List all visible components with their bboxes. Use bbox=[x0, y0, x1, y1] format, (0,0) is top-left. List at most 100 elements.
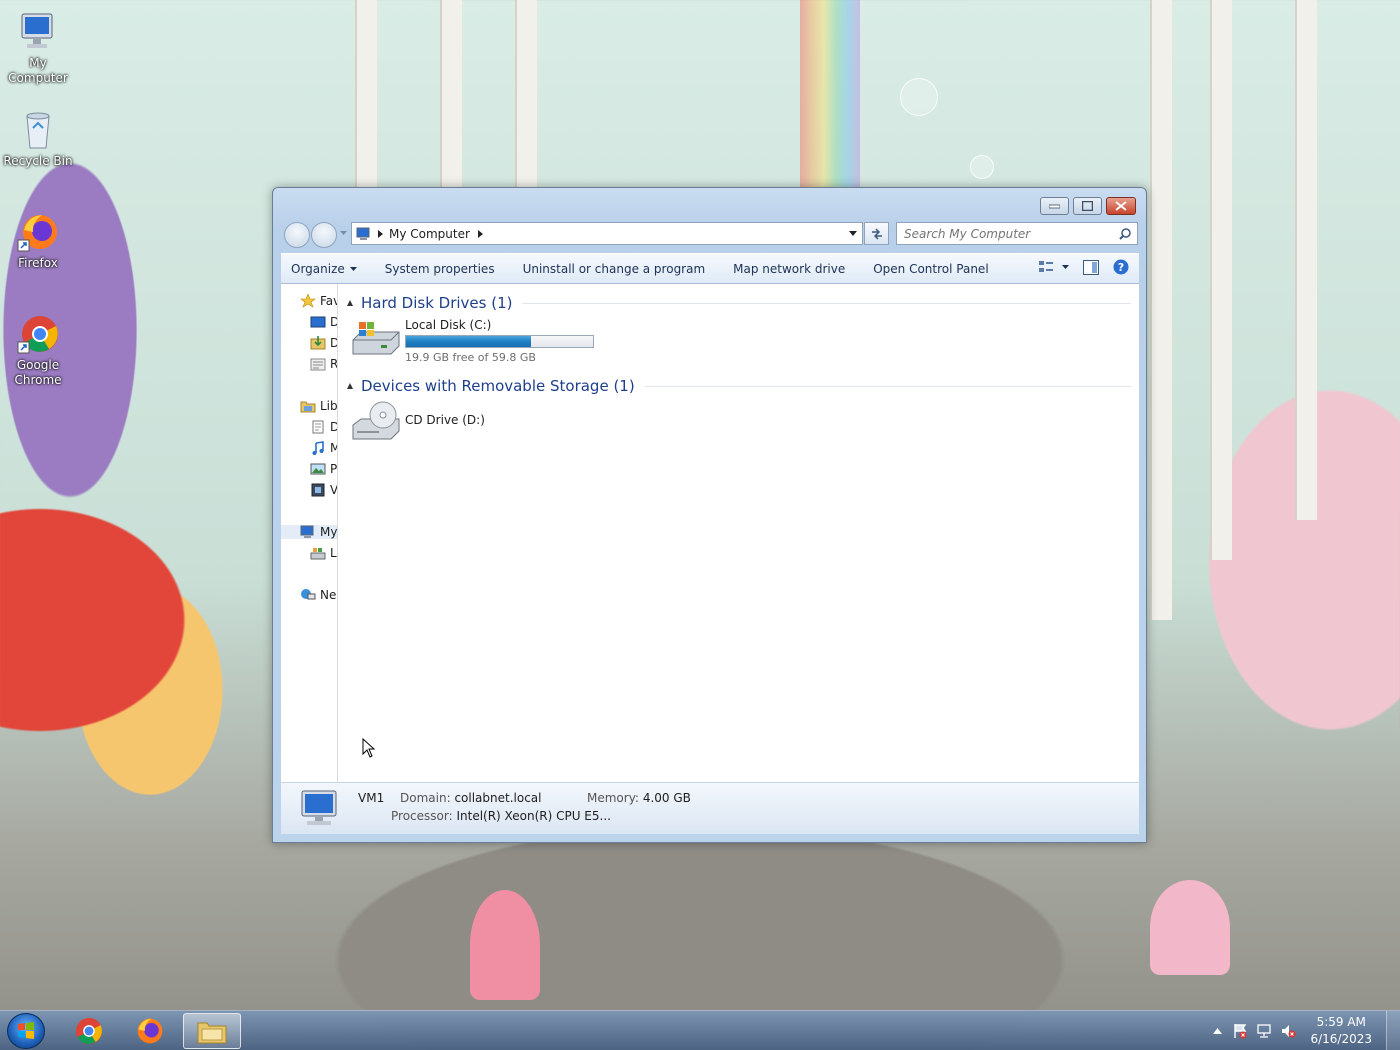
chevron-down-icon bbox=[349, 266, 357, 271]
nav-label: My bbox=[320, 525, 338, 539]
search-input[interactable] bbox=[904, 226, 1114, 241]
folder-icon bbox=[197, 1022, 227, 1044]
open-control-panel-button[interactable]: Open Control Panel bbox=[859, 262, 1002, 276]
action-center-flag-icon[interactable] bbox=[1232, 1023, 1248, 1039]
system-properties-button[interactable]: System properties bbox=[371, 262, 509, 276]
firefox-icon bbox=[17, 215, 57, 252]
nav-favorites[interactable]: Fav bbox=[300, 294, 337, 308]
memory-row: Memory: 4.00 GB bbox=[587, 791, 691, 805]
close-button[interactable] bbox=[1106, 197, 1136, 215]
clock-time: 5:59 AM bbox=[1316, 1015, 1366, 1029]
memory-value: 4.00 GB bbox=[642, 791, 691, 805]
nav-favorites-item[interactable]: D bbox=[310, 336, 337, 350]
change-view-button[interactable] bbox=[1038, 260, 1069, 274]
desktop-icon-recycle-bin[interactable]: Recycle Bin bbox=[0, 108, 76, 169]
group-header-hard-disks[interactable]: Hard Disk Drives (1) bbox=[347, 294, 1131, 312]
view-tiles-icon bbox=[1039, 261, 1053, 272]
breadcrumb-arrow-icon[interactable] bbox=[378, 229, 383, 238]
organize-label: Organize bbox=[291, 261, 345, 276]
address-bar[interactable]: My Computer bbox=[351, 222, 863, 245]
collapse-triangle-icon[interactable] bbox=[347, 300, 353, 306]
clock-date: 6/16/2023 bbox=[1310, 1032, 1372, 1046]
mouse-cursor-icon bbox=[362, 738, 376, 758]
search-icon[interactable] bbox=[1119, 228, 1131, 240]
computer-icon bbox=[300, 525, 314, 538]
drive-local-disk-c[interactable]: Local Disk (C:) 19.9 GB free of 59.8 GB bbox=[351, 318, 594, 364]
wallpaper-tree bbox=[1150, 0, 1172, 620]
taskbar-firefox[interactable] bbox=[121, 1013, 179, 1049]
back-button[interactable] bbox=[284, 222, 310, 248]
maximize-button[interactable] bbox=[1073, 197, 1102, 215]
desktop-icon-label: Google Chrome bbox=[14, 358, 62, 387]
help-icon[interactable]: ? bbox=[1113, 259, 1129, 275]
desktop-icon-google-chrome[interactable]: Google Chrome bbox=[0, 312, 76, 388]
details-pane: VM1 Domain: collabnet.local Memory: 4.00… bbox=[281, 782, 1139, 834]
collapse-triangle-icon[interactable] bbox=[347, 383, 353, 389]
refresh-button[interactable] bbox=[864, 222, 889, 245]
organize-button[interactable]: Organize bbox=[281, 262, 371, 276]
network-status-icon[interactable] bbox=[1256, 1023, 1272, 1039]
chrome-icon bbox=[75, 1017, 103, 1045]
volume-muted-icon[interactable] bbox=[1280, 1023, 1296, 1039]
nav-favorites-item[interactable]: D bbox=[310, 315, 337, 329]
drive-free-space: 19.9 GB free of 59.8 GB bbox=[405, 351, 536, 364]
recent-places-icon bbox=[310, 358, 326, 371]
wallpaper-cupcake bbox=[1150, 880, 1230, 975]
group-divider bbox=[644, 385, 1131, 387]
nav-label: D bbox=[330, 315, 337, 329]
group-header-removable[interactable]: Devices with Removable Storage (1) bbox=[347, 377, 1131, 395]
nav-favorites-item[interactable]: R bbox=[310, 357, 337, 371]
drive-info: Local Disk (C:) 19.9 GB free of 59.8 GB bbox=[405, 318, 594, 364]
wallpaper-bubble bbox=[970, 155, 994, 179]
recycle-bin-icon bbox=[26, 112, 50, 149]
cd-drive-icon bbox=[352, 401, 400, 440]
nav-label: P bbox=[330, 462, 338, 476]
group-divider bbox=[522, 302, 1131, 304]
nav-library-item[interactable]: P bbox=[310, 462, 337, 476]
drive-name: Local Disk (C:) bbox=[405, 318, 492, 332]
wallpaper-tree bbox=[1210, 0, 1232, 560]
drive-cd-d[interactable]: CD Drive (D:) bbox=[351, 401, 485, 441]
maximize-icon bbox=[1082, 201, 1093, 211]
breadcrumb-arrow-icon[interactable] bbox=[477, 229, 483, 238]
command-bar: Organize System properties Uninstall or … bbox=[281, 253, 1139, 284]
nav-label: Lib bbox=[320, 399, 338, 413]
nav-library-item[interactable]: D bbox=[310, 420, 337, 434]
nav-computer-item[interactable]: L bbox=[310, 546, 337, 560]
nav-label: Ne bbox=[320, 588, 337, 602]
map-network-drive-button[interactable]: Map network drive bbox=[719, 262, 859, 276]
show-desktop-button[interactable] bbox=[1386, 1011, 1400, 1050]
nav-my-computer[interactable]: My bbox=[281, 525, 338, 539]
navigation-pane: Fav D D R Lib D bbox=[281, 284, 338, 782]
library-folder-icon bbox=[300, 401, 316, 413]
taskbar-chrome[interactable] bbox=[60, 1013, 118, 1049]
nav-library-item[interactable]: V bbox=[310, 483, 337, 497]
wallpaper-tree bbox=[355, 0, 377, 190]
preview-pane-icon[interactable] bbox=[1083, 259, 1099, 275]
downloads-icon bbox=[310, 336, 326, 350]
recent-pages-chevron-icon[interactable] bbox=[340, 231, 347, 236]
nav-network[interactable]: Ne bbox=[300, 588, 336, 602]
search-box[interactable] bbox=[896, 222, 1138, 245]
show-hidden-icons-icon[interactable] bbox=[1213, 1028, 1223, 1034]
breadcrumb-my-computer[interactable]: My Computer bbox=[389, 227, 470, 241]
start-button[interactable] bbox=[7, 1013, 45, 1049]
minimize-button[interactable] bbox=[1040, 197, 1069, 215]
system-clock[interactable]: 5:59 AM 6/16/2023 bbox=[1310, 1014, 1372, 1048]
minimize-icon bbox=[1049, 204, 1060, 208]
nav-library-item[interactable]: M bbox=[310, 441, 337, 455]
chrome-icon bbox=[17, 316, 58, 354]
uninstall-program-button[interactable]: Uninstall or change a program bbox=[509, 262, 720, 276]
computer-name: VM1 bbox=[358, 791, 385, 805]
nav-libraries[interactable]: Lib bbox=[300, 399, 338, 413]
windows-logo-icon bbox=[18, 1022, 34, 1039]
drive-usage-bar bbox=[405, 335, 594, 348]
taskbar-explorer[interactable] bbox=[183, 1013, 241, 1049]
desktop-icon-my-computer[interactable]: My Computer bbox=[0, 10, 76, 86]
pictures-icon bbox=[310, 463, 326, 475]
nav-label: Fav bbox=[320, 294, 337, 308]
address-dropdown-icon[interactable] bbox=[849, 231, 857, 236]
forward-button[interactable] bbox=[311, 222, 337, 248]
desktop-icon-firefox[interactable]: Firefox bbox=[0, 210, 76, 271]
firefox-icon bbox=[137, 1018, 163, 1044]
